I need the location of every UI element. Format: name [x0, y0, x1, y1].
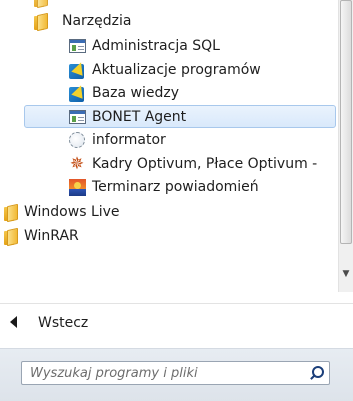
program-baza-wiedzy[interactable]: Baza wiedzy [0, 82, 338, 105]
vertical-scrollbar[interactable]: ▼ [338, 0, 353, 292]
folder-label: Windows Live [24, 204, 120, 220]
divider [0, 303, 353, 304]
folder-icon [4, 227, 21, 247]
search-input[interactable] [22, 362, 292, 384]
magnifier-icon[interactable] [307, 364, 325, 382]
program-label: informator [92, 132, 166, 148]
wheel-icon: ✵ [69, 154, 85, 174]
program-label: Administracja SQL [92, 38, 220, 54]
folder-winrar[interactable]: WinRAR [0, 225, 338, 248]
program-label: BONET Agent [92, 109, 187, 125]
list-item-partial[interactable] [0, 0, 338, 10]
start-menu: Narzędzia Administracja SQL Aktualizacje… [0, 0, 353, 401]
program-kadry-optivum[interactable]: ✵ Kadry Optivum, Płace Optivum - [0, 153, 338, 176]
folder-icon [4, 203, 21, 223]
program-terminarz[interactable]: Terminarz powiadomień [0, 176, 338, 199]
folder-windows-live[interactable]: Windows Live [0, 201, 338, 224]
optivum-icon [69, 83, 87, 102]
folder-narzedzia[interactable]: Narzędzia [0, 10, 338, 33]
folder-icon [34, 12, 51, 32]
folder-label: Narzędzia [62, 13, 132, 29]
program-list: Narzędzia Administracja SQL Aktualizacje… [0, 0, 338, 292]
back-button[interactable]: Wstecz [0, 310, 353, 336]
folder-icon [34, 0, 51, 9]
program-label: Kadry Optivum, Płace Optivum - [92, 156, 318, 172]
search-box[interactable] [21, 361, 330, 385]
calendar-icon [69, 179, 86, 196]
program-aktualizacje[interactable]: Aktualizacje programów [0, 59, 338, 82]
app-window-icon [69, 110, 86, 124]
scrollbar-thumb[interactable] [340, 0, 352, 244]
globe-icon [69, 132, 85, 148]
triangle-left-icon [10, 316, 17, 328]
program-bonet-agent[interactable]: BONET Agent [24, 105, 336, 128]
optivum-icon [69, 60, 87, 79]
program-administracja-sql[interactable]: Administracja SQL [0, 35, 338, 58]
program-label: Baza wiedzy [92, 85, 180, 101]
folder-label: WinRAR [24, 228, 79, 244]
scroll-down-arrow-icon[interactable]: ▼ [339, 266, 353, 282]
back-label: Wstecz [38, 315, 89, 331]
program-label: Aktualizacje programów [92, 62, 261, 78]
program-informator[interactable]: informator [0, 129, 338, 152]
app-window-icon [69, 39, 86, 53]
program-label: Terminarz powiadomień [92, 179, 259, 195]
